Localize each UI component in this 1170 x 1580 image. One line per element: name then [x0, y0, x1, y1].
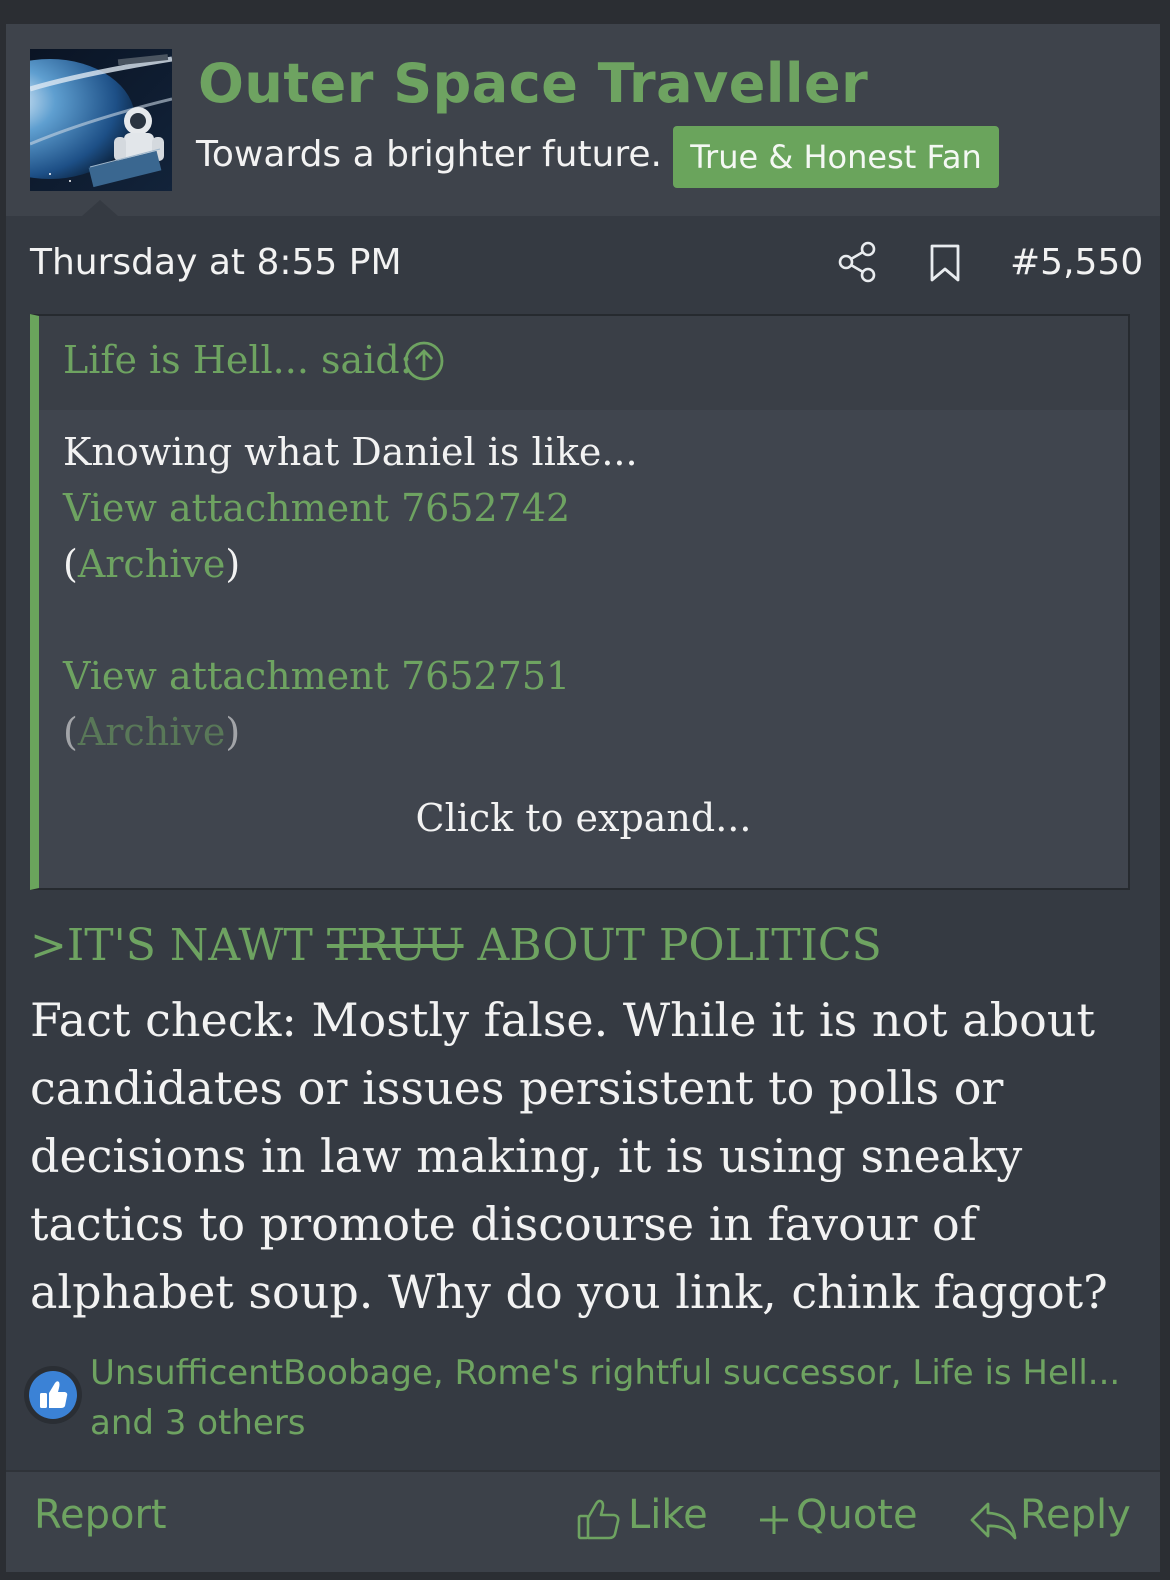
paren-close: ) — [225, 542, 241, 586]
archive-line-2: (Archive) — [63, 710, 240, 754]
plus-icon[interactable] — [758, 1502, 790, 1538]
paren-close: ) — [225, 710, 241, 754]
quote-button[interactable]: Quote — [796, 1492, 918, 1538]
quote-block: Life is Hell... said: Knowing what Danie… — [30, 314, 1130, 890]
post-date-link[interactable]: Thursday at 8:55 PM — [30, 242, 402, 283]
user-header: Outer Space Traveller Towards a brighter… — [6, 24, 1160, 216]
reaction-badge — [24, 1366, 82, 1424]
click-to-expand[interactable]: Click to expand... — [39, 796, 1128, 840]
greentext-prefix: >IT'S NAWT — [30, 920, 327, 971]
reply-button[interactable]: Reply — [1020, 1492, 1131, 1538]
post-container: Outer Space Traveller Towards a brighter… — [6, 24, 1160, 1572]
quote-author-link[interactable]: Life is Hell... said: — [63, 338, 412, 382]
reaction-badge-circle — [29, 1371, 77, 1419]
jump-to-quote-icon[interactable] — [403, 340, 445, 382]
username-link[interactable]: Outer Space Traveller — [198, 52, 868, 115]
reactions-list-link[interactable]: UnsufficentBoobage, Rome's rightful succ… — [90, 1348, 1130, 1448]
attachment-link-1[interactable]: View attachment 7652742 — [63, 486, 570, 530]
archive-link-1[interactable]: Archive — [78, 542, 225, 586]
like-thumb-icon[interactable] — [576, 1496, 622, 1542]
reply-arrow-icon[interactable] — [968, 1500, 1018, 1542]
share-icon[interactable] — [836, 240, 880, 284]
post-actions-bar: Report Like Quote Reply — [6, 1470, 1160, 1572]
thumbs-up-icon — [40, 1381, 68, 1408]
archive-line-1: (Archive) — [63, 542, 240, 586]
greentext-strikethrough: TRUU — [326, 920, 464, 971]
bookmark-icon[interactable] — [928, 243, 962, 283]
quote-text: Knowing what Daniel is like... — [63, 430, 638, 474]
paren-open: ( — [63, 710, 78, 754]
paren-open: ( — [63, 542, 78, 586]
user-title: Towards a brighter future. — [196, 134, 662, 175]
avatar[interactable] — [30, 49, 172, 191]
greentext-suffix: ABOUT POLITICS — [463, 920, 882, 971]
report-button[interactable]: Report — [34, 1492, 167, 1538]
like-button[interactable]: Like — [628, 1492, 708, 1538]
archive-link-2[interactable]: Archive — [78, 710, 225, 754]
user-banner-badge: True & Honest Fan — [673, 126, 999, 188]
message-body: Fact check: Mostly false. While it is no… — [30, 993, 1108, 1319]
quote-header: Life is Hell... said: — [39, 316, 1128, 410]
header-pointer — [82, 200, 118, 216]
post-number-link[interactable]: #5,550 — [1010, 242, 1143, 283]
greentext-line: >IT'S NAWT TRUU ABOUT POLITICS — [30, 920, 882, 971]
attachment-link-2[interactable]: View attachment 7652751 — [63, 654, 570, 698]
astronaut-avatar-image — [30, 49, 172, 191]
